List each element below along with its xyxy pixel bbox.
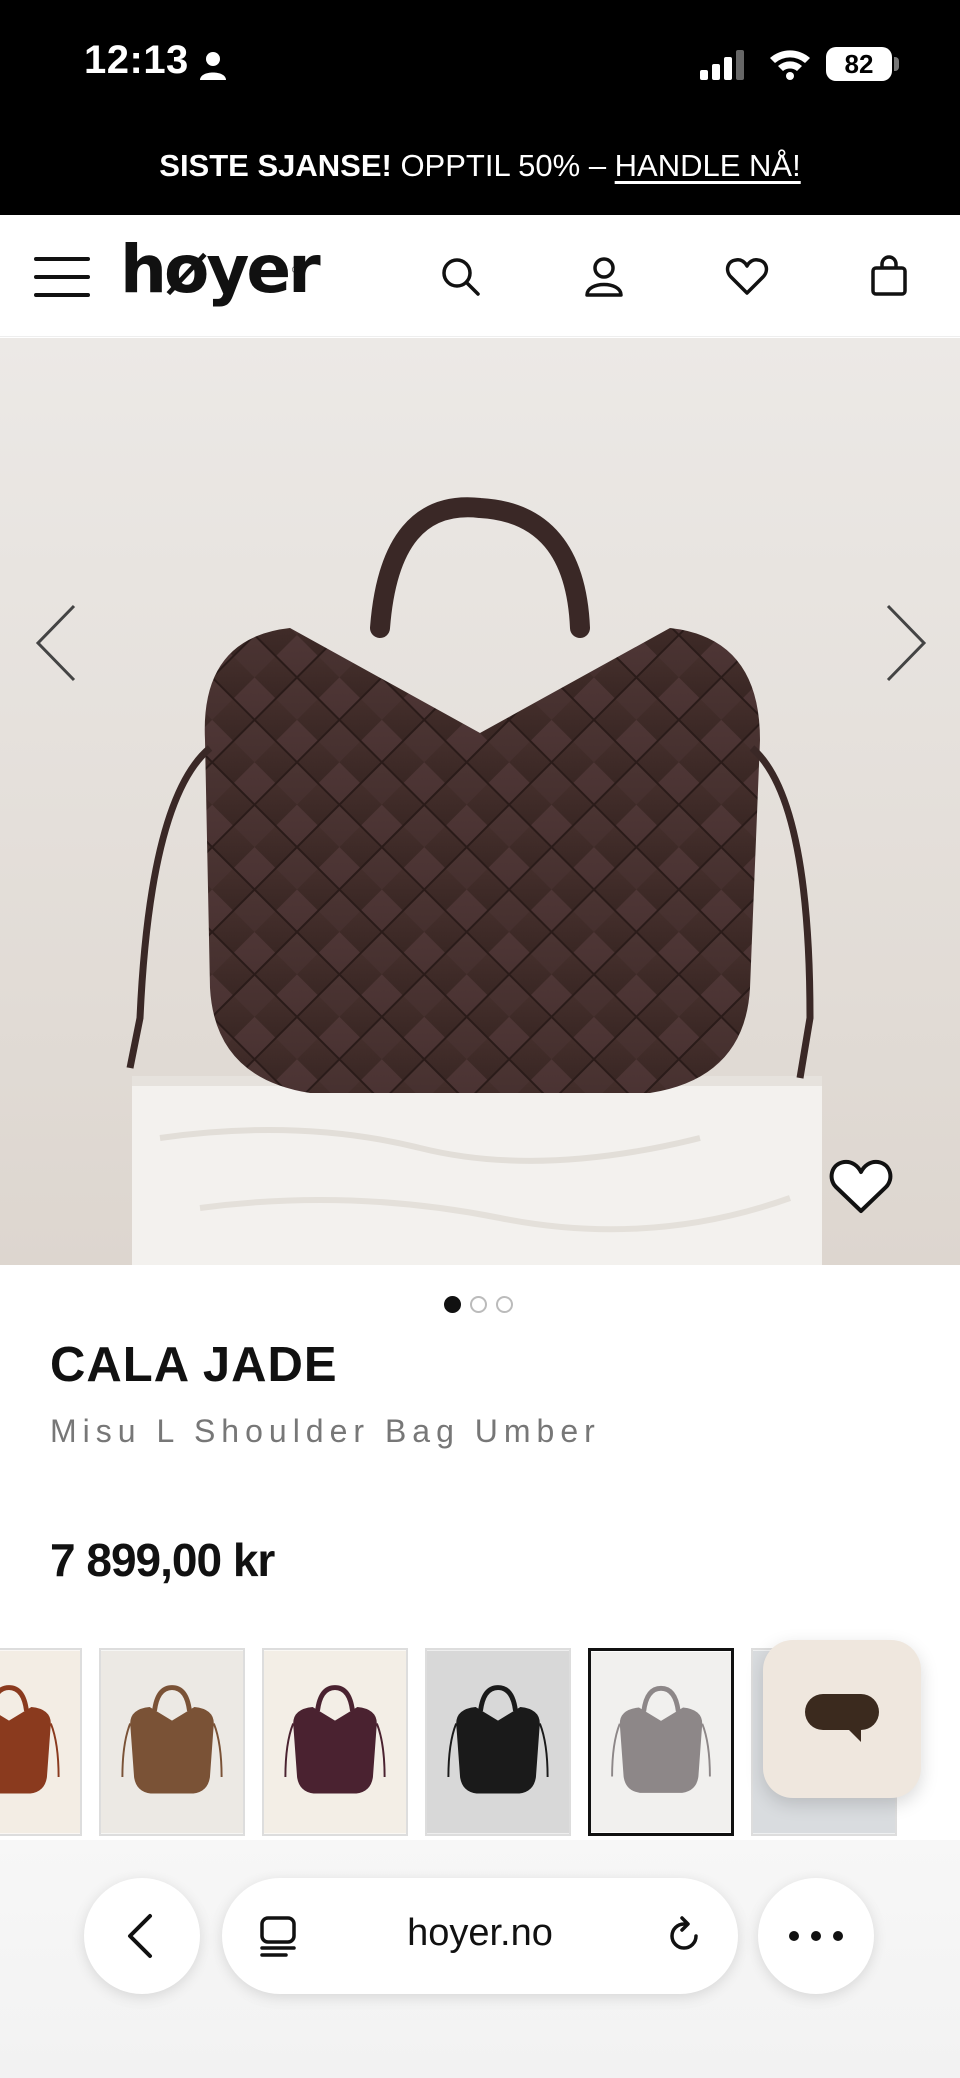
color-swatch-grey[interactable] (588, 1648, 734, 1836)
product-image (0, 338, 960, 1265)
gallery-prev-arrow-icon[interactable] (32, 598, 82, 688)
gallery-next-arrow-icon[interactable] (880, 598, 930, 688)
chat-button[interactable] (763, 1640, 921, 1798)
gallery-pagination (444, 1296, 522, 1314)
status-time: 12:13 (84, 38, 189, 82)
color-swatch-burgundy[interactable] (262, 1648, 408, 1836)
color-swatch-tan[interactable] (99, 1648, 245, 1836)
ellipsis-icon (789, 1931, 843, 1941)
swatch-bag-image (427, 1650, 569, 1834)
add-to-wishlist-heart-icon[interactable] (828, 1156, 894, 1216)
address-bar[interactable]: hoyer.no (222, 1878, 738, 1994)
gallery-dot-1[interactable] (444, 1296, 461, 1313)
gallery-dot-3[interactable] (496, 1296, 513, 1313)
color-swatch-cognac[interactable] (0, 1648, 82, 1836)
swatch-bag-image (591, 1651, 731, 1833)
promo-text: OPPTIL 50% – (391, 148, 615, 183)
gallery-dot-2[interactable] (470, 1296, 487, 1313)
reload-icon[interactable] (662, 1914, 706, 1958)
promo-headline: SISTE SJANSE! (159, 148, 392, 183)
heart-icon[interactable] (724, 253, 770, 299)
browser-back-button[interactable] (84, 1878, 200, 1994)
product-brand[interactable]: CALA JADE (50, 1337, 338, 1393)
promo-banner[interactable]: SISTE SJANSE! OPPTIL 50% – HANDLE NÅ! (0, 125, 960, 215)
page: { "status_bar": { "time": "12:13", "batt… (0, 0, 960, 2078)
hamburger-menu-icon[interactable] (34, 255, 90, 299)
swatch-bag-image (264, 1650, 406, 1834)
status-bar: 12:13 82 (0, 0, 960, 125)
battery-indicator: 82 (826, 47, 892, 81)
site-header: høyer ® (0, 215, 960, 337)
promo-link[interactable]: HANDLE NÅ! (615, 148, 801, 183)
person-icon (200, 52, 226, 80)
product-name: Misu L Shoulder Bag Umber (50, 1413, 601, 1449)
cellular-signal-icon (700, 50, 744, 80)
url-text: hoyer.no (407, 1912, 553, 1954)
shopping-bag-icon[interactable] (866, 253, 912, 299)
product-price: 7 899,00 kr (50, 1534, 275, 1586)
chevron-left-icon (128, 1914, 152, 1958)
color-swatch-black[interactable] (425, 1648, 571, 1836)
site-logo[interactable]: høyer (120, 225, 321, 315)
search-icon[interactable] (437, 253, 483, 299)
swatch-bag-image (0, 1650, 80, 1834)
registered-mark: ® (292, 265, 300, 276)
account-icon[interactable] (581, 253, 627, 299)
product-gallery[interactable] (0, 338, 960, 1265)
more-options-button[interactable] (758, 1878, 874, 1994)
browser-toolbar: hoyer.no (0, 1840, 960, 2078)
swatch-bag-image (101, 1650, 243, 1834)
chat-bubble-icon (805, 1694, 879, 1742)
battery-cap (894, 57, 899, 71)
wifi-icon (770, 50, 810, 80)
